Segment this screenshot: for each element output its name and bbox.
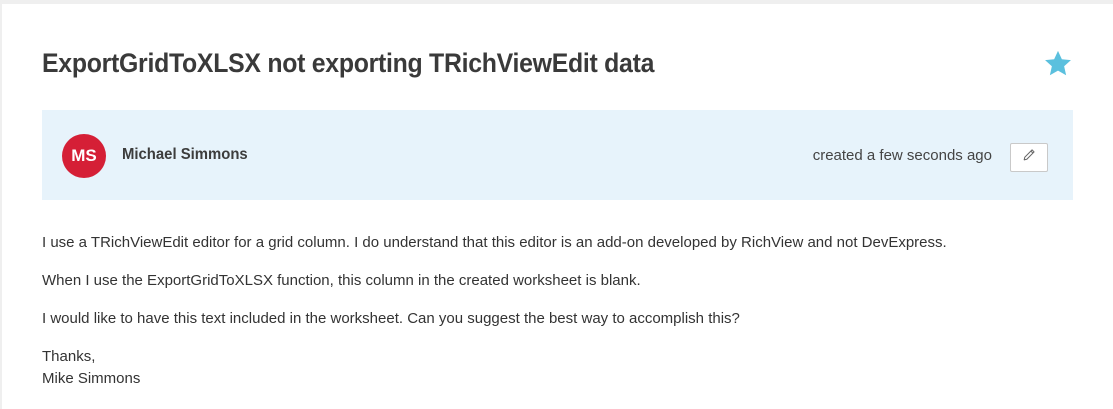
body-paragraph: I would like to have this text included …	[42, 310, 740, 327]
signature: Mike Simmons	[42, 370, 141, 387]
ticket-title: ExportGridToXLSX not exporting TRichView…	[42, 48, 655, 78]
avatar: MS	[62, 134, 106, 178]
body-paragraph: When I use the ExportGridToXLSX function…	[42, 272, 641, 289]
author-name[interactable]: Michael Simmons	[122, 146, 248, 164]
ticket-card: ExportGridToXLSX not exporting TRichView…	[2, 4, 1113, 409]
author-panel: MS Michael Simmons created a few seconds…	[42, 110, 1073, 200]
closing-line: Thanks,	[42, 348, 96, 365]
body-paragraph: I use a TRichViewEdit editor for a grid …	[42, 234, 947, 251]
pencil-icon	[1022, 148, 1036, 167]
edit-button[interactable]	[1010, 143, 1048, 172]
created-timestamp: created a few seconds ago	[812, 147, 992, 164]
ticket-body: I use a TRichViewEdit editor for a grid …	[42, 232, 1082, 390]
favorite-star-icon[interactable]	[1042, 48, 1074, 80]
